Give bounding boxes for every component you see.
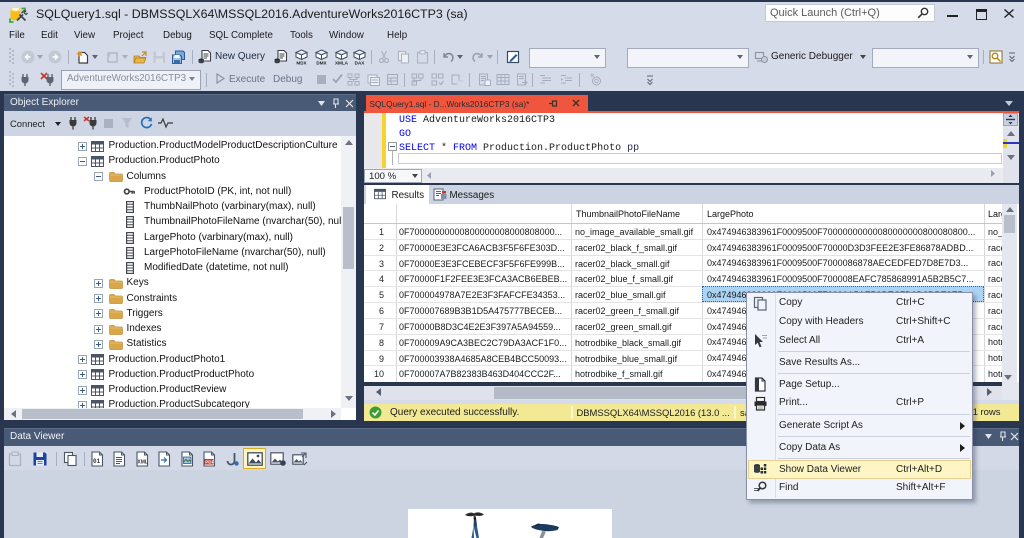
svg-text:DAX: DAX xyxy=(355,61,366,66)
svg-text:01: 01 xyxy=(93,458,101,465)
svg-text:PDF: PDF xyxy=(205,460,214,465)
svg-text:XML: XML xyxy=(137,460,148,466)
svg-text:DMX: DMX xyxy=(316,61,327,66)
svg-text:MDX: MDX xyxy=(296,61,307,66)
svg-text:XMLA: XMLA xyxy=(335,61,349,66)
